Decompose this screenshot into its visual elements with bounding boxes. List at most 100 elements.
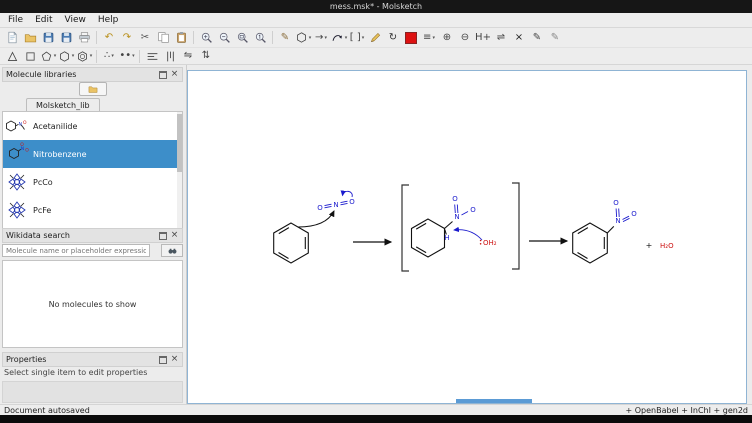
binoculars-icon: [167, 245, 178, 256]
align-horizontal-tool-button[interactable]: [144, 48, 161, 64]
menu-edit[interactable]: Edit: [29, 14, 58, 26]
radical-tool-dropdown-icon[interactable]: ▾: [132, 53, 135, 59]
cut-button[interactable]: ✂: [137, 30, 154, 46]
color-picker-button[interactable]: [403, 30, 420, 46]
tab-molsketch-lib[interactable]: Molsketch_lib: [26, 98, 100, 112]
library-list-scrollbar[interactable]: [177, 112, 182, 229]
ring-tool-dropdown-icon[interactable]: ▾: [309, 35, 312, 41]
reaction-arrow-tool-button[interactable]: →▾: [313, 30, 330, 46]
format-tool-button[interactable]: ✎: [547, 30, 564, 46]
flip-horizontal-tool-button[interactable]: ⇋: [180, 48, 197, 64]
canvas-horizontal-scrollbar[interactable]: [188, 399, 746, 403]
menu-help[interactable]: Help: [92, 14, 125, 26]
paste-button[interactable]: [173, 30, 190, 46]
manage-libraries-button[interactable]: [79, 82, 107, 96]
hydrogen-add-tool-button[interactable]: H+: [475, 30, 492, 46]
delete-tool-button[interactable]: ×: [511, 30, 528, 46]
cyclobutane-template-button[interactable]: [22, 48, 39, 64]
rotate-tool-icon: ↻: [389, 33, 397, 43]
library-item-acetanilide[interactable]: Acetanilide: [3, 112, 182, 140]
left-dock-area: Molecule libraries × Molsketch_lib Aceta…: [0, 65, 187, 405]
wikidata-search-input[interactable]: [2, 244, 150, 257]
libraries-panel-float-button[interactable]: [158, 71, 167, 79]
product-o-top-label: O: [613, 199, 619, 207]
rotate-tool-button[interactable]: ↻: [385, 30, 402, 46]
cyclohexane-template-dropdown-icon[interactable]: ▾: [72, 53, 75, 59]
drawing-canvas[interactable]: O N O: [187, 70, 747, 404]
wikidata-search-button[interactable]: [161, 244, 183, 257]
zoom-out-button[interactable]: [216, 30, 233, 46]
mechanism-arrow-tool-button[interactable]: [367, 30, 384, 46]
paste-icon: [175, 31, 188, 44]
bond-width-tool-dropdown-icon[interactable]: ▾: [432, 35, 435, 41]
benzene-template-button[interactable]: ▾: [76, 48, 93, 64]
lone-pair-tool-dropdown-icon[interactable]: ▾: [111, 53, 114, 59]
cyclohexane-template-button[interactable]: ▾: [58, 48, 75, 64]
zoom-in-button[interactable]: [198, 30, 215, 46]
cyclopentane-template-icon: [40, 50, 53, 63]
cyclopropane-template-button[interactable]: [4, 48, 21, 64]
cyclopropane-template-icon: [6, 50, 19, 63]
benzene-template-dropdown-icon[interactable]: ▾: [90, 53, 93, 59]
wikidata-panel-close-button[interactable]: ×: [170, 231, 179, 240]
properties-hint: Select single item to edit properties: [4, 368, 147, 377]
product-n-label: N: [615, 217, 620, 225]
save-button[interactable]: [40, 30, 57, 46]
library-item-nitrobenzene[interactable]: Nitrobenzene: [3, 140, 182, 168]
scrollbar-thumb[interactable]: [456, 399, 532, 403]
zoom-fit-button[interactable]: [234, 30, 251, 46]
copy-button[interactable]: [155, 30, 172, 46]
open-file-button[interactable]: [22, 30, 39, 46]
reaction-arrow-tool-dropdown-icon[interactable]: ▾: [324, 35, 327, 41]
curved-arrow-tool-dropdown-icon[interactable]: ▾: [345, 35, 348, 41]
undo-button[interactable]: ↶: [101, 30, 118, 46]
edit-tool-button[interactable]: ✎: [529, 30, 546, 46]
cyclopentane-template-button[interactable]: ▾: [40, 48, 57, 64]
new-document-button[interactable]: [4, 30, 21, 46]
zoom-original-button[interactable]: [252, 30, 269, 46]
radical-tool-button[interactable]: ••▾: [119, 48, 136, 64]
electrophile-o-left-label: O: [317, 204, 323, 212]
flip-tool-button[interactable]: ⇌: [493, 30, 510, 46]
save-as-icon: [60, 31, 73, 44]
cyclopentane-template-dropdown-icon[interactable]: ▾: [54, 53, 57, 59]
print-button[interactable]: [76, 30, 93, 46]
electron-push-arrow: [343, 191, 353, 197]
save-as-button[interactable]: [58, 30, 75, 46]
properties-panel-float-button[interactable]: [158, 356, 167, 364]
library-item-pcfe[interactable]: PcFe: [3, 196, 182, 224]
bond-width-tool-button[interactable]: ≡▾: [421, 30, 438, 46]
redo-icon: ↷: [123, 33, 131, 43]
redo-button[interactable]: ↷: [119, 30, 136, 46]
wikidata-panel-float-button[interactable]: [158, 232, 167, 240]
library-item-pcco[interactable]: PcCo: [3, 168, 182, 196]
acetanilide-thumbnail: [5, 114, 29, 138]
lone-pair-tool-button[interactable]: ∴▾: [101, 48, 118, 64]
attacking-water[interactable]: OH₂: [480, 239, 497, 247]
nucleophilic-attack-arrow[interactable]: [298, 211, 334, 227]
curved-arrow-tool-button[interactable]: ▾: [331, 30, 348, 46]
charge-plus-tool-button[interactable]: ⊕: [439, 30, 456, 46]
nitronium-electrophile[interactable]: O N O: [317, 191, 355, 212]
flip-vertical-tool-button[interactable]: ⇅: [198, 48, 215, 64]
align-vertical-tool-button[interactable]: [162, 48, 179, 64]
library-folder-icon: [88, 84, 98, 94]
bracket-tool-button[interactable]: [ ]▾: [349, 30, 366, 46]
charge-minus-tool-button[interactable]: ⊖: [457, 30, 474, 46]
reactant-benzene-structure[interactable]: [274, 223, 309, 263]
arenium-intermediate-structure[interactable]: N O O H OH₂: [412, 195, 497, 257]
bracket-tool-dropdown-icon[interactable]: ▾: [362, 35, 365, 41]
nitrobenzene-product-structure[interactable]: N O O: [573, 199, 638, 263]
scrollbar-thumb[interactable]: [177, 114, 182, 172]
window-title: mess.msk* - Molsketch: [330, 2, 422, 11]
draw-tool-button[interactable]: ✎: [277, 30, 294, 46]
ring-tool-button[interactable]: ▾: [295, 30, 312, 46]
water-product-label[interactable]: H₂O: [660, 242, 674, 250]
toolbar-separator: [193, 31, 194, 44]
menu-file[interactable]: File: [2, 14, 29, 26]
properties-panel-close-button[interactable]: ×: [170, 355, 179, 364]
menu-view[interactable]: View: [59, 14, 92, 26]
ring-tool-icon: [295, 31, 308, 44]
flip-tool-icon: ⇌: [497, 33, 505, 43]
libraries-panel-close-button[interactable]: ×: [170, 70, 179, 79]
